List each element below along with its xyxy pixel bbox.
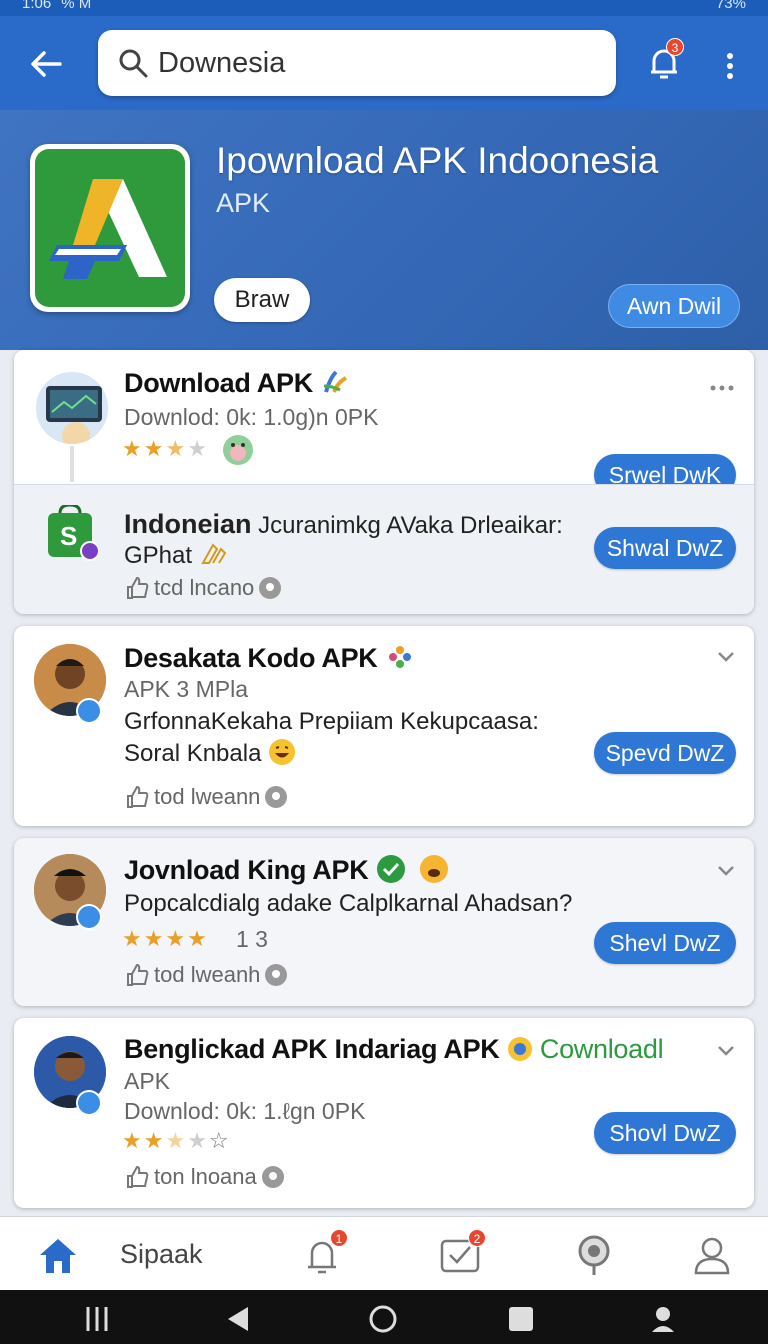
rating-count: 1 3 <box>236 926 268 952</box>
app-title: Ipownload APK Indoonesia <box>216 140 659 181</box>
rating-stars: ★★★★ <box>122 436 209 461</box>
app-hero-banner: Ipownload APK Indoonesia APK Braw Awn Dw… <box>0 110 768 350</box>
thumbs-up-icon[interactable] <box>124 575 150 601</box>
verified-badge-icon <box>76 904 102 930</box>
nav-badge-2: 2 <box>468 1229 486 1247</box>
app-card-2[interactable]: Desakata Kodo APK APK 3 MPla GrfonnaKeka… <box>14 626 754 826</box>
status-bar: 1:06 % M 73% <box>0 0 768 16</box>
pinwheel-icon <box>388 646 411 668</box>
verified-badge-icon <box>76 698 102 724</box>
system-back-icon[interactable] <box>224 1304 254 1334</box>
shop-bag-icon: S <box>48 505 98 561</box>
card-1-secondary-button[interactable]: Shwal DwZ <box>594 527 736 569</box>
location-pin-icon <box>265 786 288 808</box>
location-pin-icon <box>265 964 288 986</box>
sub-listing-title: Indoneian Jcuranimkg AVaka Drleaikar: <box>124 509 563 539</box>
card-meta: tod lweann <box>124 784 288 810</box>
status-indicators: % M <box>61 0 92 12</box>
rating-stars: ★★★★☆ <box>122 1128 231 1153</box>
browse-button[interactable]: Braw <box>214 278 310 322</box>
location-icon[interactable] <box>572 1233 616 1277</box>
thumbs-up-icon[interactable] <box>124 1164 150 1190</box>
location-pin-icon <box>259 577 282 599</box>
card-4-download-button[interactable]: Shovl DwZ <box>594 1112 736 1154</box>
chevron-down-icon[interactable] <box>714 858 738 882</box>
top-app-bar: 3 <box>0 16 768 110</box>
app-card-1[interactable]: Download APK Downlod: 0k: 1.0g)n 0PK ★★★… <box>14 350 754 614</box>
app-thumbnail <box>34 370 110 446</box>
chevron-down-icon[interactable] <box>714 1038 738 1062</box>
recent-apps-icon[interactable] <box>82 1304 112 1334</box>
profile-icon[interactable] <box>690 1233 734 1277</box>
search-input[interactable] <box>158 46 578 80</box>
card-meta: tod lweanh <box>124 962 288 988</box>
card-version: APK 3 MPla <box>124 676 248 702</box>
card-title: Jovnload King APK <box>124 854 449 886</box>
chevron-down-icon[interactable] <box>714 644 738 668</box>
card-meta: ton lnoana <box>124 1164 285 1190</box>
status-time: 1:06 <box>22 0 52 12</box>
card-description: Popcalcdialg adake Calplkarnal Ahadsan? <box>124 890 573 917</box>
colorful-badge-icon <box>507 1037 532 1061</box>
system-navigation-bar <box>0 1290 768 1344</box>
card-title: Benglickad APK Indariag APK Cownloadl <box>124 1034 664 1064</box>
sparkle-icon <box>324 370 348 393</box>
rating-stars: ★★★★ <box>122 926 209 951</box>
laughing-emoji-icon <box>269 739 296 765</box>
search-icon <box>119 49 148 78</box>
card-3-download-button[interactable]: Shevl DwZ <box>594 922 736 964</box>
card-title: Download APK <box>124 368 350 399</box>
svg-text:S: S <box>60 521 77 551</box>
thread-connector <box>70 446 74 482</box>
card-title: Desakata Kodo APK <box>124 642 415 674</box>
more-horizontal-icon[interactable] <box>708 376 736 400</box>
sub-listing-line: GPhat <box>124 541 227 570</box>
thumbs-up-icon[interactable] <box>124 962 150 988</box>
card-subtitle: APK <box>124 1068 171 1094</box>
battery-level: 73% <box>715 0 746 12</box>
card-download-info: Downlod: 0k: 1.ℓgn 0PK <box>124 1098 366 1124</box>
app-subtitle: APK <box>216 188 271 218</box>
card-download-info: Downlod: 0k: 1.0g)n 0PK <box>124 404 379 430</box>
app-logo-glyph-icon <box>49 179 167 279</box>
thumbs-up-icon[interactable] <box>124 784 150 810</box>
app-card-3[interactable]: Jovnload King APK Popcalcdialg adake Cal… <box>14 838 754 1006</box>
verified-check-icon <box>376 855 405 883</box>
emoji-icon <box>419 855 448 883</box>
emoji-face-icon <box>223 435 253 465</box>
sub-listing[interactable]: S Indoneian Jcuranimkg AVaka Drleaikar: … <box>14 484 754 614</box>
more-options-icon[interactable] <box>716 46 744 86</box>
system-overview-icon[interactable] <box>506 1304 536 1334</box>
verified-badge-icon <box>76 1090 102 1116</box>
search-bar[interactable] <box>98 30 616 96</box>
card-description-2: Soral Knbala <box>124 738 296 768</box>
card-description: GrfonnaKekaha Prepiiam Kekupcaasa: <box>124 708 539 735</box>
hand-icon <box>201 543 226 564</box>
home-icon[interactable] <box>36 1233 80 1277</box>
location-pin-icon <box>261 1166 284 1188</box>
nav-badge-1: 1 <box>330 1229 348 1247</box>
back-arrow-icon[interactable] <box>26 44 66 84</box>
app-card-4[interactable]: Benglickad APK Indariag APK Cownloadl AP… <box>14 1018 754 1208</box>
assistant-icon[interactable] <box>648 1304 678 1334</box>
hero-download-button[interactable]: Awn Dwil <box>608 284 740 328</box>
notification-count-badge: 3 <box>666 38 684 56</box>
card-2-download-button[interactable]: Spevd DwZ <box>594 732 736 774</box>
bottom-navigation: Sipaak 1 2 <box>0 1216 768 1290</box>
system-home-icon[interactable] <box>368 1304 398 1334</box>
sub-listing-meta: tcd lncano <box>124 575 282 601</box>
nav-label-search[interactable]: Sipaak <box>120 1239 203 1270</box>
app-logo <box>30 144 190 312</box>
